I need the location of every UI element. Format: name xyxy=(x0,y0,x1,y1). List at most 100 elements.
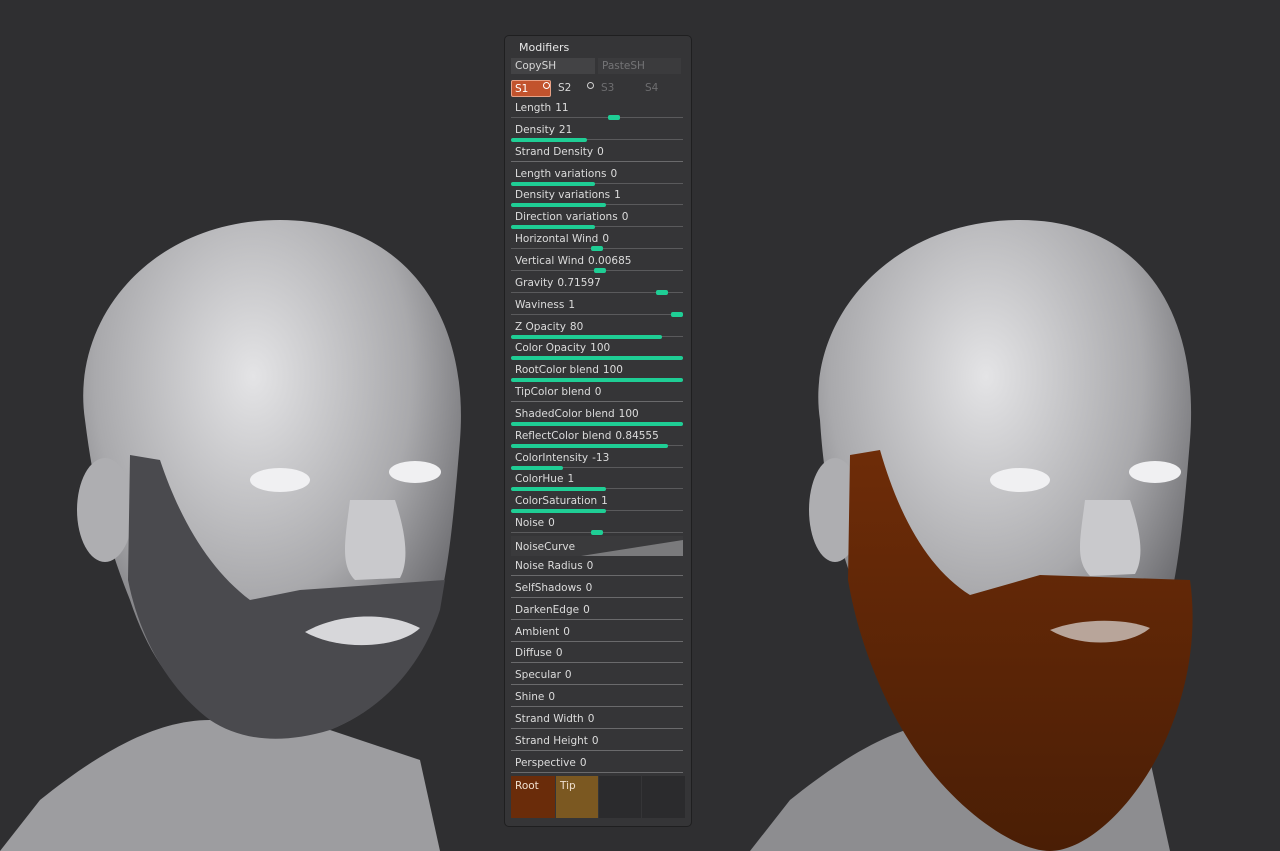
slider-track[interactable] xyxy=(511,160,683,162)
slider-name: Direction variations xyxy=(515,211,618,224)
slider-value: 0 xyxy=(587,712,595,725)
slider-label: Horizontal Wind 0 xyxy=(515,233,609,245)
slider-strand-density[interactable]: Strand Density 0 xyxy=(511,146,683,166)
slider-name: Ambient xyxy=(515,625,560,638)
slider-value: 0 xyxy=(555,647,563,660)
slider-track[interactable] xyxy=(511,771,683,773)
slider-track[interactable] xyxy=(511,313,683,315)
slider-name: Color Opacity xyxy=(515,342,587,355)
slider-track[interactable] xyxy=(511,684,683,686)
slider-shadedcolor-blend[interactable]: ShadedColor blend 100 xyxy=(511,408,683,428)
slider-name: Strand Width xyxy=(515,712,584,725)
slider-label: Perspective 0 xyxy=(515,757,587,769)
slider-name: ReflectColor blend xyxy=(515,429,612,442)
slider-name: DarkenEdge xyxy=(515,603,580,616)
slider-track[interactable] xyxy=(511,117,683,118)
slider-track[interactable] xyxy=(511,575,683,576)
slider-value: 0 xyxy=(563,625,570,638)
noise-curve-label: NoiseCurve xyxy=(515,541,576,553)
slider-gravity[interactable]: Gravity 0.71597 xyxy=(511,277,683,297)
slider-shine[interactable]: Shine 0 xyxy=(511,691,683,711)
slider-colorhue[interactable]: ColorHue 1 xyxy=(511,473,683,493)
slider-diffuse[interactable]: Diffuse 0 xyxy=(511,647,683,667)
slider-handle[interactable] xyxy=(671,311,683,317)
slider-strand-height[interactable]: Strand Height 0 xyxy=(511,735,683,755)
slider-label: Density 21 xyxy=(515,124,572,136)
slider-handle[interactable] xyxy=(608,115,620,120)
slider-track[interactable] xyxy=(511,640,683,642)
slider-fill xyxy=(511,509,606,514)
slider-name: ShadedColor blend xyxy=(515,407,615,420)
slider-label: Density variations 1 xyxy=(515,189,621,201)
slider-value: 11 xyxy=(555,102,569,114)
slider-vertical-wind[interactable]: Vertical Wind 0.00685 xyxy=(511,255,683,275)
slider-track[interactable] xyxy=(511,749,683,751)
slider-track[interactable] xyxy=(511,662,683,664)
slot-s4-button[interactable]: S4 xyxy=(645,80,685,97)
slider-track[interactable] xyxy=(511,618,683,620)
panel-title: Modifiers xyxy=(519,41,570,54)
slider-tipcolor-blend[interactable]: TipColor blend 0 xyxy=(511,386,683,406)
slider-fill xyxy=(511,334,662,339)
slider-darkenedge[interactable]: DarkenEdge 0 xyxy=(511,604,683,624)
slider-name: SelfShadows xyxy=(515,581,582,594)
root-color-swatch[interactable]: Root xyxy=(511,776,555,818)
slider-name: Length xyxy=(515,102,552,114)
slider-label: Color Opacity 100 xyxy=(515,342,610,354)
slider-rootcolor-blend[interactable]: RootColor blend 100 xyxy=(511,364,683,384)
slider-specular[interactable]: Specular 0 xyxy=(511,669,683,689)
slider-label: Length variations 0 xyxy=(515,168,617,180)
slider-selfshadows[interactable]: SelfShadows 0 xyxy=(511,582,683,602)
slider-length-variations[interactable]: Length variations 0 xyxy=(511,168,683,188)
head-model-masked xyxy=(0,220,461,851)
slider-noise[interactable]: Noise 0 xyxy=(511,517,683,537)
slider-name: Strand Density xyxy=(515,145,594,158)
slider-value: 0 xyxy=(586,560,594,572)
slider-z-opacity[interactable]: Z Opacity 80 xyxy=(511,321,683,341)
slider-strand-width[interactable]: Strand Width 0 xyxy=(511,713,683,733)
slider-value: 0 xyxy=(594,386,602,399)
slider-color-opacity[interactable]: Color Opacity 100 xyxy=(511,342,683,362)
slider-value: 0 xyxy=(585,581,593,594)
slider-label: Waviness 1 xyxy=(515,299,575,311)
slider-name: Z Opacity xyxy=(515,320,566,333)
slider-track[interactable] xyxy=(511,401,683,403)
slider-perspective[interactable]: Perspective 0 xyxy=(511,757,683,777)
slider-handle[interactable] xyxy=(656,289,668,295)
slider-density-variations[interactable]: Density variations 1 xyxy=(511,189,683,209)
slider-label: Direction variations 0 xyxy=(515,211,628,223)
slider-horizontal-wind[interactable]: Horizontal Wind 0 xyxy=(511,233,683,253)
slider-waviness[interactable]: Waviness 1 xyxy=(511,299,683,319)
slider-handle[interactable] xyxy=(591,246,603,252)
slider-track[interactable] xyxy=(511,596,683,598)
slider-colorintensity[interactable]: ColorIntensity -13 xyxy=(511,452,683,472)
slider-value: 0 xyxy=(564,669,572,682)
tip-color-swatch[interactable]: Tip xyxy=(556,776,598,818)
slider-name: Strand Height xyxy=(515,734,588,747)
slot-s3-button[interactable]: S3 xyxy=(601,80,641,97)
slider-label: Diffuse 0 xyxy=(515,647,563,659)
slider-length[interactable]: Length 11 xyxy=(511,102,683,122)
slider-fill xyxy=(511,225,595,230)
slider-handle[interactable] xyxy=(591,530,603,536)
slider-direction-variations[interactable]: Direction variations 0 xyxy=(511,211,683,231)
slider-value: 1 xyxy=(567,473,575,486)
slider-name: RootColor blend xyxy=(515,364,599,377)
slider-name: Density xyxy=(515,123,555,136)
paste-sh-button[interactable]: PasteSH xyxy=(598,58,681,74)
slider-reflectcolor-blend[interactable]: ReflectColor blend 0.84555 xyxy=(511,430,683,450)
copy-sh-button[interactable]: CopySH xyxy=(511,58,595,74)
slider-ambient[interactable]: Ambient 0 xyxy=(511,626,683,646)
slider-value: 0 xyxy=(579,756,587,769)
slider-noise-radius[interactable]: Noise Radius 0 xyxy=(511,560,683,580)
slider-track[interactable] xyxy=(511,727,683,729)
noise-curve-editor[interactable]: NoiseCurve xyxy=(511,536,683,556)
slider-density[interactable]: Density 21 xyxy=(511,124,683,144)
slider-label: Noise Radius 0 xyxy=(515,560,593,572)
slider-track[interactable] xyxy=(511,706,683,708)
slider-colorsaturation[interactable]: ColorSaturation 1 xyxy=(511,495,683,515)
slider-handle[interactable] xyxy=(594,267,606,273)
slider-label: Ambient 0 xyxy=(515,626,570,638)
slider-label: ReflectColor blend 0.84555 xyxy=(515,430,659,442)
slider-name: Diffuse xyxy=(515,647,552,660)
